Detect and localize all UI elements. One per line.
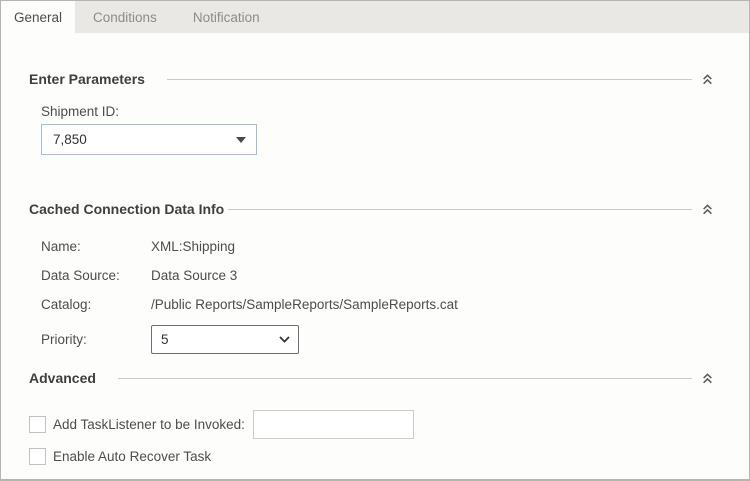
shipment-id-value: 7,850	[53, 132, 87, 147]
catalog-label: Catalog:	[41, 297, 92, 312]
catalog-value: /Public Reports/SampleReports/SampleRepo…	[151, 297, 458, 312]
auto-recover-checkbox[interactable]	[29, 448, 46, 465]
info-row-name: Name: XML:Shipping	[41, 239, 714, 254]
tab-bar: General Conditions Notification	[1, 1, 749, 33]
data-source-label: Data Source:	[41, 268, 120, 283]
shipment-id-label: Shipment ID:	[41, 104, 120, 119]
auto-recover-label[interactable]: Enable Auto Recover Task	[53, 449, 211, 464]
tasklistener-input[interactable]	[252, 410, 414, 439]
info-row-data-source: Data Source: Data Source 3	[41, 268, 714, 283]
auto-recover-row: Enable Auto Recover Task	[29, 448, 714, 465]
chevron-double-up-icon	[703, 372, 712, 383]
section-header-advanced: Advanced	[29, 370, 714, 386]
data-source-value: Data Source 3	[151, 268, 238, 283]
name-label: Name:	[41, 239, 81, 254]
tab-notification[interactable]: Notification	[175, 1, 278, 33]
dropdown-arrow-icon	[236, 136, 246, 143]
name-value: XML:Shipping	[151, 239, 236, 254]
section-divider	[117, 377, 692, 379]
priority-select-wrap: 5	[151, 325, 299, 354]
priority-label: Priority:	[41, 332, 87, 347]
task-properties-dialog: General Conditions Notification Enter Pa…	[0, 0, 750, 481]
section-title-advanced: Advanced	[29, 370, 96, 386]
priority-row: Priority: 5	[41, 325, 714, 354]
section-divider	[166, 78, 692, 80]
collapse-section-button[interactable]	[701, 372, 714, 385]
chevron-double-up-icon	[703, 203, 712, 214]
tasklistener-row: Add TaskListener to be Invoked:	[29, 410, 714, 439]
info-row-catalog: Catalog: /Public Reports/SampleReports/S…	[41, 297, 714, 312]
section-header-enter-parameters: Enter Parameters	[29, 71, 714, 87]
collapse-section-button[interactable]	[701, 73, 714, 86]
section-title-cached-connection: Cached Connection Data Info	[29, 201, 225, 217]
priority-select[interactable]: 5	[151, 325, 299, 354]
section-divider	[228, 208, 692, 210]
collapse-section-button[interactable]	[701, 203, 714, 216]
tasklistener-checkbox[interactable]	[29, 416, 46, 433]
tab-conditions[interactable]: Conditions	[75, 1, 175, 33]
tab-general[interactable]: General	[1, 1, 76, 33]
tasklistener-label[interactable]: Add TaskListener to be Invoked:	[53, 417, 245, 432]
shipment-id-combobox[interactable]: 7,850	[41, 124, 257, 155]
section-header-cached-connection: Cached Connection Data Info	[29, 201, 714, 217]
general-tab-panel: Enter Parameters Shipment ID: 7,850 Cach…	[1, 71, 749, 465]
section-title-enter-parameters: Enter Parameters	[29, 71, 145, 87]
chevron-double-up-icon	[703, 73, 712, 84]
